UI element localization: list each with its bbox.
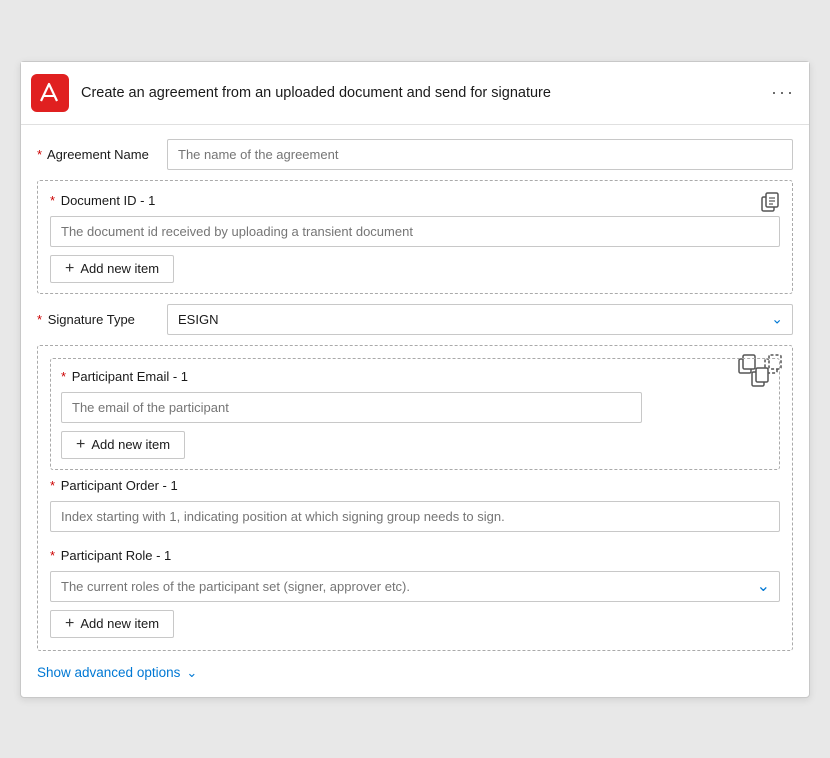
required-star-sig: * — [37, 312, 42, 327]
header-title: Create an agreement from an uploaded doc… — [81, 85, 771, 101]
participant-role-input[interactable] — [50, 571, 780, 602]
signature-type-row: * Signature Type ESIGN WRITTEN ⌄ — [37, 304, 793, 335]
participant-email-section: * Participant Email - 1 + Add new item — [50, 358, 780, 470]
plus-icon-email: + — [76, 437, 85, 453]
agreement-name-input[interactable] — [167, 139, 793, 170]
participant-role-wrapper: ⌄ — [50, 571, 780, 602]
more-options-button[interactable]: ··· — [771, 82, 795, 103]
signature-type-wrapper: ESIGN WRITTEN ⌄ — [167, 304, 793, 335]
document-id-section: * Document ID - 1 + Add new item — [37, 180, 793, 294]
participant-order-section: * Participant Order - 1 — [50, 478, 780, 540]
card-header: Create an agreement from an uploaded doc… — [21, 62, 809, 125]
required-star-role: * — [50, 548, 55, 563]
document-id-label: * Document ID - 1 — [50, 193, 780, 208]
copy-icon-participant-email[interactable] — [751, 367, 771, 392]
participant-role-section: * Participant Role - 1 ⌄ — [50, 548, 780, 602]
required-star-agreement: * — [37, 147, 42, 162]
participant-order-input[interactable] — [50, 501, 780, 532]
card-body: * Agreement Name * Document ID - 1 — [21, 125, 809, 697]
show-advanced-options-link[interactable]: Show advanced options ⌄ — [37, 661, 793, 683]
add-participant-email-button[interactable]: + Add new item — [61, 431, 185, 459]
participant-email-label: * Participant Email - 1 — [61, 369, 769, 384]
plus-icon-participant: + — [65, 616, 74, 632]
participant-role-label: * Participant Role - 1 — [50, 548, 780, 563]
copy-svg-email — [751, 367, 771, 387]
required-star-email: * — [61, 369, 66, 384]
agreement-name-row: * Agreement Name — [37, 139, 793, 170]
add-document-button[interactable]: + Add new item — [50, 255, 174, 283]
copy-svg-icon — [761, 192, 781, 212]
advanced-chevron-icon: ⌄ — [186, 665, 197, 681]
signature-type-label: * Signature Type — [37, 312, 167, 327]
participant-outer-section: * Participant Email - 1 + Add new item — [37, 345, 793, 651]
signature-type-select[interactable]: ESIGN WRITTEN — [167, 304, 793, 335]
document-id-input[interactable] — [50, 216, 780, 247]
add-participant-set-button[interactable]: + Add new item — [50, 610, 174, 638]
participant-order-label: * Participant Order - 1 — [50, 478, 780, 493]
agreement-name-label: * Agreement Name — [37, 147, 167, 162]
required-star-doc: * — [50, 193, 55, 208]
adobe-sign-icon — [31, 74, 69, 112]
plus-icon-document: + — [65, 261, 74, 277]
show-advanced-label: Show advanced options — [37, 665, 180, 680]
copy-icon-document[interactable] — [758, 189, 784, 215]
main-card: Create an agreement from an uploaded doc… — [20, 61, 810, 698]
participant-email-input[interactable] — [61, 392, 642, 423]
required-star-order: * — [50, 478, 55, 493]
